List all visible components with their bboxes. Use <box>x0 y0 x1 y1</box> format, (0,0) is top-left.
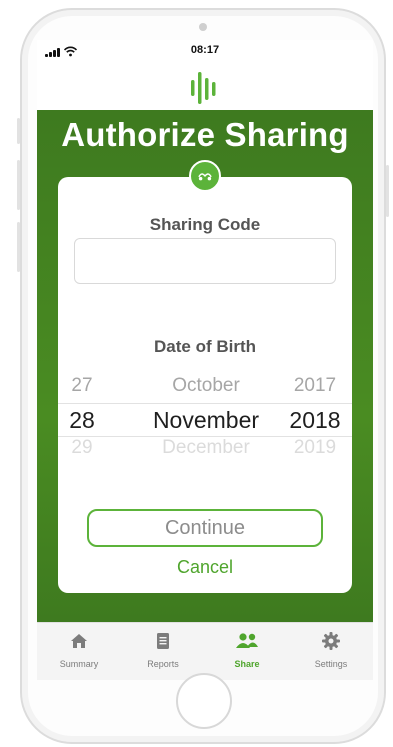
mute-switch <box>17 118 20 144</box>
tab-share[interactable]: Share <box>205 623 289 680</box>
share-health-icon <box>189 160 221 192</box>
volume-down-button <box>17 222 20 272</box>
tab-reports-label: Reports <box>147 659 179 669</box>
sharing-code-input[interactable] <box>74 238 336 284</box>
continue-button[interactable]: Continue <box>87 509 323 547</box>
app-logo <box>191 72 216 104</box>
picker-row-previous[interactable]: 27 October 2017 <box>58 375 352 405</box>
picker-month-next[interactable]: December <box>122 437 290 459</box>
picker-day-previous[interactable]: 27 <box>62 375 102 397</box>
picker-year-next[interactable]: 2019 <box>280 437 350 459</box>
tab-settings[interactable]: Settings <box>289 623 373 680</box>
picker-row-selected[interactable]: 28 November 2018 <box>58 403 352 437</box>
picker-month-previous[interactable]: October <box>122 375 290 397</box>
tab-summary[interactable]: Summary <box>37 623 121 680</box>
date-picker[interactable]: 27 October 2017 28 November 2018 29 Dece… <box>58 373 352 463</box>
sharing-code-label: Sharing Code <box>149 215 261 234</box>
tab-share-label: Share <box>234 659 260 669</box>
tab-reports[interactable]: Reports <box>121 623 205 680</box>
date-of-birth-label: Date of Birth <box>154 337 256 356</box>
tab-summary-label: Summary <box>59 659 99 669</box>
status-bar: 08:17 <box>37 40 373 64</box>
picker-year-selected[interactable]: 2018 <box>280 404 350 436</box>
gear-icon <box>322 632 340 650</box>
authorize-card: Sharing Code Date of Birth 27 October 20… <box>58 177 352 593</box>
picker-year-previous[interactable]: 2017 <box>280 375 350 397</box>
tab-bar: Summary Reports Share Settings <box>37 622 373 680</box>
front-camera <box>199 23 207 31</box>
power-button <box>386 165 389 217</box>
page-title: Authorize Sharing <box>61 116 349 153</box>
picker-day-selected[interactable]: 28 <box>62 404 102 436</box>
volume-up-button <box>17 160 20 210</box>
picker-row-next[interactable]: 29 December 2019 <box>58 437 352 467</box>
status-time: 08:17 <box>190 44 220 56</box>
tab-settings-label: Settings <box>314 659 348 669</box>
people-icon <box>236 633 258 648</box>
picker-month-selected[interactable]: November <box>122 404 290 436</box>
home-icon <box>71 634 87 648</box>
picker-day-next[interactable]: 29 <box>62 437 102 459</box>
cancel-link[interactable]: Cancel <box>58 557 352 578</box>
document-icon <box>157 633 169 649</box>
app-screen: 08:17 Authorize Sharing Sharing Code Dat… <box>37 40 373 680</box>
home-button[interactable] <box>176 673 232 729</box>
